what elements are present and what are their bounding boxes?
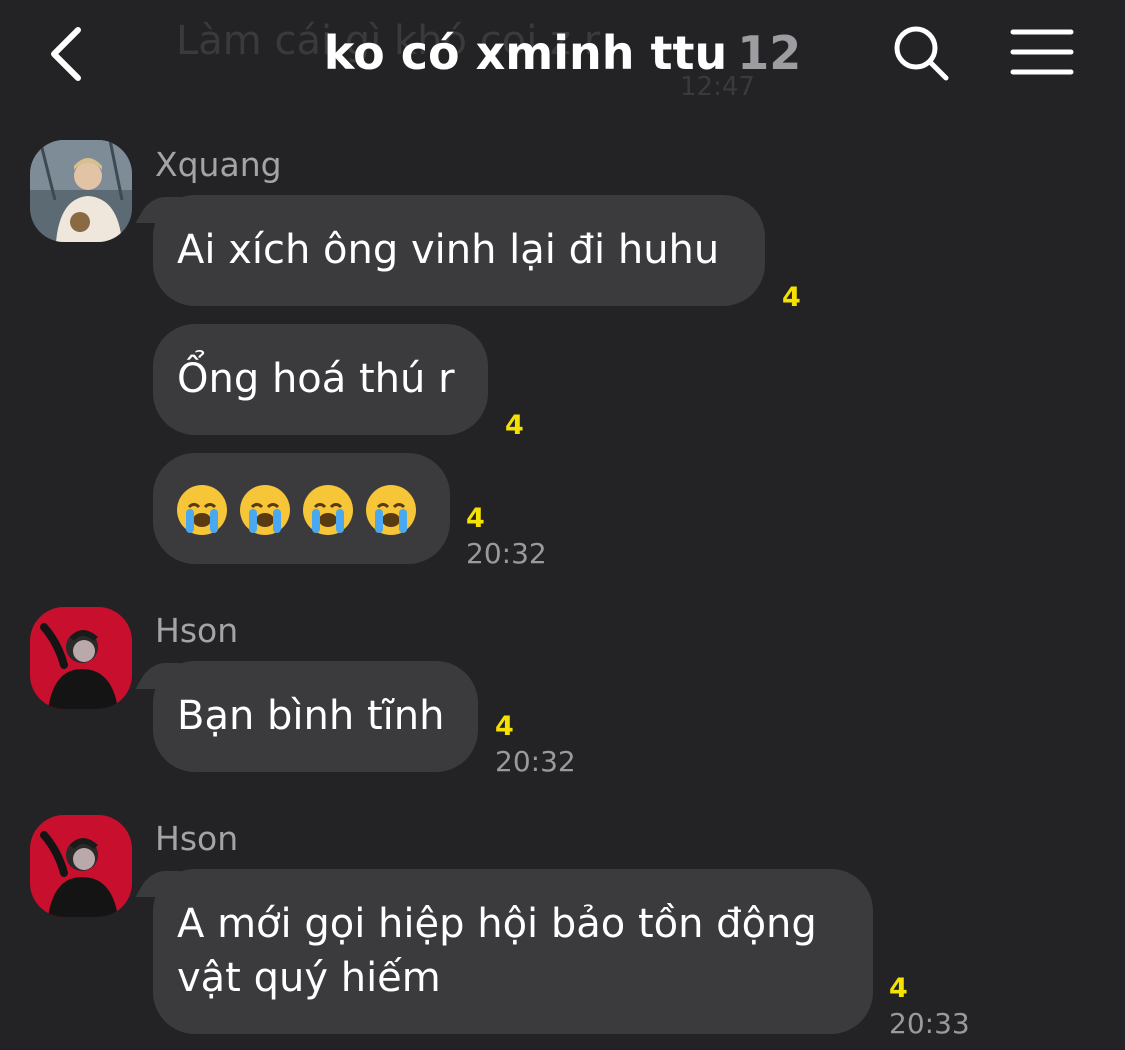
message-bubble[interactable]: Ai xích ông vinh lại đi huhu	[153, 195, 765, 306]
message-text: Ai xích ông vinh lại đi huhu	[177, 227, 720, 273]
loudly-crying-face-icon	[177, 485, 227, 535]
search-button[interactable]	[890, 22, 954, 86]
message-text: Ổng hoá thú r	[177, 356, 455, 402]
message-bubble[interactable]: 😭😭😭😭	[153, 453, 450, 564]
avatar-xquang[interactable]	[30, 140, 132, 242]
message-bubble[interactable]: Ổng hoá thú r	[153, 324, 488, 435]
message-bubble[interactable]: A mới gọi hiệp hội bảo tồn động vật quý …	[153, 869, 873, 1034]
sender-name: Xquang	[155, 145, 282, 184]
message-time: 20:32	[495, 745, 576, 778]
hamburger-menu-icon	[1010, 29, 1074, 75]
avatar-photo	[30, 815, 132, 917]
message-text: Bạn bình tĩnh	[177, 693, 445, 739]
unread-count: 4	[466, 503, 485, 534]
sender-name: Hson	[155, 819, 239, 858]
member-count: 12	[737, 26, 802, 80]
search-icon	[894, 26, 949, 81]
message-time: 20:33	[889, 1007, 970, 1040]
message-time: 20:32	[466, 537, 547, 570]
unread-count: 4	[495, 711, 514, 742]
group-name: ko có xminh ttu	[323, 26, 728, 80]
message-text: A mới gọi hiệp hội bảo tồn động vật quý …	[177, 901, 817, 1001]
unread-count: 4	[782, 282, 801, 313]
avatar-photo	[30, 607, 132, 709]
loudly-crying-face-icon	[303, 485, 353, 535]
menu-button[interactable]	[1010, 26, 1074, 82]
unread-count: 4	[505, 410, 524, 441]
chat-screen: Làm cái gì khó coi z r 12:47 ko có xminh…	[0, 0, 1125, 1050]
unread-count: 4	[889, 973, 908, 1004]
sender-name: Hson	[155, 611, 239, 650]
avatar-hson[interactable]	[30, 815, 132, 917]
avatar-hson[interactable]	[30, 607, 132, 709]
emoji-row	[175, 485, 418, 535]
chat-title: ko có xminh ttu 12	[0, 26, 1125, 80]
loudly-crying-face-icon	[240, 485, 290, 535]
message-bubble[interactable]: Bạn bình tĩnh	[153, 661, 478, 772]
avatar-photo	[30, 140, 132, 242]
chat-header: ko có xminh ttu 12	[0, 0, 1125, 110]
loudly-crying-face-icon	[366, 485, 416, 535]
